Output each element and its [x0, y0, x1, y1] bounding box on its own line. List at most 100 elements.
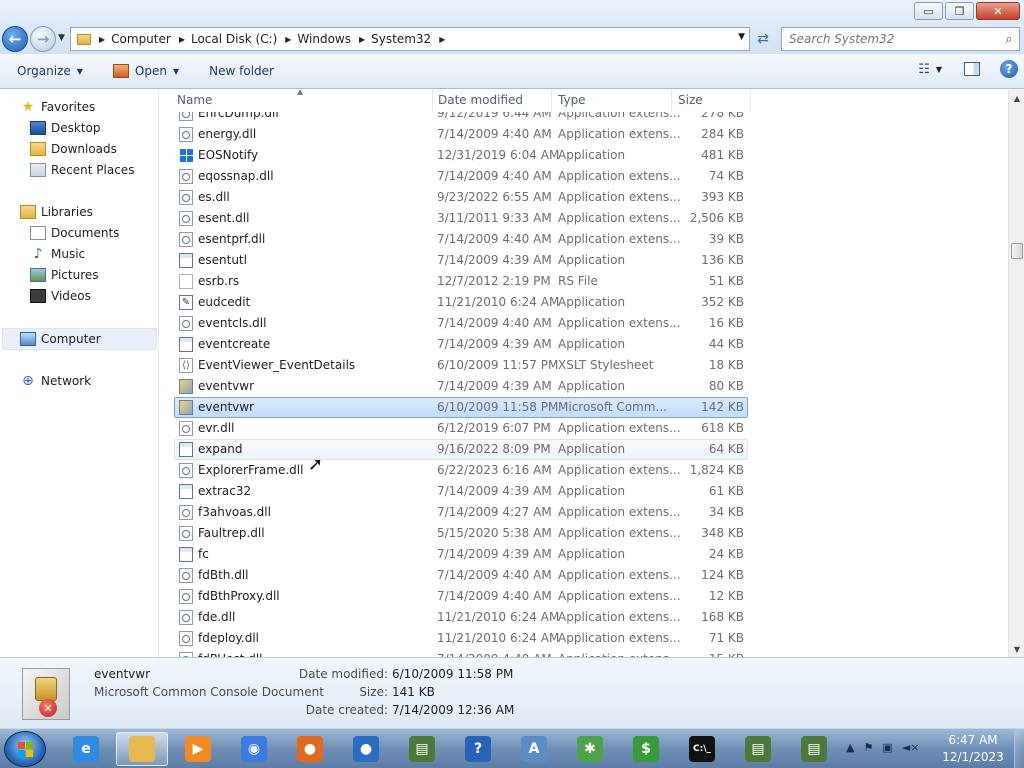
file-row[interactable]: esentutl 7/14/2009 4:39 AM Application 136 …	[160, 250, 1008, 271]
organize-button[interactable]: Organize ▼	[10, 59, 90, 83]
taskbar-internet-explorer-button[interactable]: e	[60, 732, 112, 766]
address-dropdown-icon[interactable]: ▼	[738, 32, 745, 42]
taskbar-console-window-button[interactable]: ▤	[396, 732, 448, 766]
chevron-down-icon[interactable]: ▼	[936, 65, 942, 74]
search-icon[interactable]: ⌕	[999, 32, 1019, 47]
file-row[interactable]: fde.dll 11/21/2010 6:24 AM Application ext…	[160, 607, 1008, 628]
start-button[interactable]	[4, 731, 46, 767]
scroll-up-icon[interactable]: ▲	[1009, 90, 1024, 106]
close-button[interactable]: ✕	[976, 2, 1020, 20]
chevron-right-icon[interactable]: ▶	[179, 35, 185, 44]
network-status-icon[interactable]: ▣	[882, 741, 892, 754]
file-row[interactable]: f3ahvoas.dll 7/14/2009 4:27 AM Application…	[160, 502, 1008, 523]
file-row[interactable]: ExplorerFrame.dll 6/22/2023 6:16 AM Applic…	[160, 460, 1008, 481]
file-type: Application extens...	[558, 463, 681, 477]
file-row[interactable]: eventvwr 6/10/2009 11:58 PM Microsoft Comm…	[160, 397, 1008, 418]
address-bar[interactable]: ▶ Computer ▶ Local Disk (C:) ▶ Windows ▶…	[70, 27, 750, 51]
breadcrumb-computer[interactable]: Computer	[111, 32, 171, 46]
column-size-header[interactable]: Size	[678, 93, 703, 107]
file-row[interactable]: esent.dll 3/11/2011 9:33 AM Application ex…	[160, 208, 1008, 229]
file-row[interactable]: fdBth.dll 7/14/2009 4:40 AM Application ex…	[160, 565, 1008, 586]
search-input[interactable]	[782, 32, 999, 46]
nav-documents[interactable]: Documents	[30, 223, 119, 243]
file-row[interactable]: fdeploy.dll 11/21/2010 6:24 AM Application…	[160, 628, 1008, 649]
file-row[interactable]: eventvwr 7/14/2009 4:39 AM Application 80 K…	[160, 376, 1008, 397]
taskbar-chrome-button[interactable]: ◉	[228, 732, 280, 766]
file-row[interactable]: eventcreate 7/14/2009 4:39 AM Application 4…	[160, 334, 1008, 355]
show-desktop-button[interactable]	[1014, 729, 1024, 768]
breadcrumb-system32[interactable]: System32	[371, 32, 431, 46]
show-hidden-icons-icon[interactable]: ▲	[846, 741, 854, 754]
file-row[interactable]: fc 7/14/2009 4:39 AM Application 24 KB	[160, 544, 1008, 565]
taskbar-wordpad-button[interactable]: A	[508, 732, 560, 766]
search-box[interactable]: ⌕	[781, 27, 1020, 51]
nav-videos[interactable]: Videos	[30, 286, 91, 306]
breadcrumb-windows[interactable]: Windows	[297, 32, 351, 46]
refresh-button[interactable]: ⇄	[752, 29, 774, 49]
column-divider[interactable]	[671, 90, 672, 112]
taskbar-media-player-button[interactable]: ▶	[172, 732, 224, 766]
column-date-header[interactable]: Date modified	[438, 93, 523, 107]
column-type-header[interactable]: Type	[558, 93, 586, 107]
nav-network[interactable]: ⊕ Network	[20, 371, 91, 391]
taskbar-console-window-2-button[interactable]: ▤	[732, 732, 784, 766]
scroll-down-icon[interactable]: ▼	[1009, 641, 1024, 657]
taskbar-thunderbird-button[interactable]: ●	[340, 732, 392, 766]
preview-pane-icon[interactable]	[964, 62, 980, 76]
scrollbar-thumb[interactable]	[1011, 243, 1023, 259]
file-row[interactable]: fdPHost.dll7/14/2009 4:40 AMApplication …	[160, 649, 1008, 657]
file-row[interactable]: ⟨⟩ EventViewer_EventDetails 6/10/2009 11:5…	[160, 355, 1008, 376]
taskbar-command-prompt-button[interactable]: C:\_	[676, 732, 728, 766]
file-row[interactable]: eqossnap.dll 7/14/2009 4:40 AM Application…	[160, 166, 1008, 187]
volume-muted-icon[interactable]: ◄×	[902, 741, 920, 754]
views-icon[interactable]: ☷	[918, 62, 930, 77]
nav-computer[interactable]: Computer	[20, 329, 101, 349]
nav-music[interactable]: ♪ Music	[30, 244, 86, 264]
nav-recent-places[interactable]: Recent Places	[30, 160, 134, 180]
file-row[interactable]: esrb.rs 12/7/2012 2:19 PM RS File 51 KB	[160, 271, 1008, 292]
chevron-right-icon[interactable]: ▶	[285, 35, 291, 44]
minimize-button[interactable]: ▭	[914, 2, 943, 20]
file-row[interactable]: es.dll 9/23/2022 6:55 AM Application exten…	[160, 187, 1008, 208]
nav-libraries[interactable]: Libraries	[20, 202, 93, 222]
column-divider[interactable]	[551, 90, 552, 112]
back-button[interactable]: ←	[2, 26, 28, 52]
recent-pages-dropdown[interactable]: ▼	[58, 33, 65, 43]
file-row[interactable]: evr.dll 6/12/2019 6:07 PM Application exte…	[160, 418, 1008, 439]
new-folder-button[interactable]: New folder	[202, 59, 281, 83]
taskbar-firefox-button[interactable]: ●	[284, 732, 336, 766]
nav-downloads[interactable]: Downloads	[30, 139, 117, 159]
taskbar-puzzle-app-button[interactable]: $	[620, 732, 672, 766]
nav-pictures[interactable]: Pictures	[30, 265, 99, 285]
column-name-header[interactable]: Name	[177, 93, 212, 107]
vertical-scrollbar[interactable]: ▲ ▼	[1008, 90, 1024, 657]
file-row[interactable]: energy.dll 7/14/2009 4:40 AM Application e…	[160, 124, 1008, 145]
file-row[interactable]: extrac32 7/14/2009 4:39 AM Application 61 K…	[160, 481, 1008, 502]
chevron-right-icon[interactable]: ▶	[439, 35, 445, 44]
maximize-button[interactable]: ❐	[945, 2, 974, 20]
file-name: eqossnap.dll	[198, 169, 274, 183]
taskbar-network-app-button[interactable]: ✱	[564, 732, 616, 766]
file-row[interactable]: expand 9/16/2022 8:09 PM Application 64 KB	[160, 439, 1008, 460]
breadcrumb-local-disk[interactable]: Local Disk (C:)	[191, 32, 277, 46]
file-row[interactable]: EOSNotify 12/31/2019 6:04 AM Application 48…	[160, 145, 1008, 166]
clock[interactable]: 6:47 AM 12/1/2023	[936, 732, 1010, 766]
column-divider[interactable]	[432, 90, 433, 112]
open-button[interactable]: Open ▼	[106, 59, 186, 83]
taskbar-console-window-3-button[interactable]: ▤	[788, 732, 840, 766]
file-row[interactable]: Faultrep.dll 5/15/2020 5:38 AM Application…	[160, 523, 1008, 544]
taskbar-file-explorer-button[interactable]	[116, 732, 168, 766]
column-divider[interactable]	[750, 90, 751, 112]
forward-button[interactable]: →	[30, 26, 56, 52]
nav-desktop[interactable]: Desktop	[30, 118, 101, 138]
file-row[interactable]: esentprf.dll 7/14/2009 4:40 AM Application…	[160, 229, 1008, 250]
file-row[interactable]: fdBthProxy.dll 7/14/2009 4:40 AM Applicati…	[160, 586, 1008, 607]
action-center-icon[interactable]: ⚑	[863, 741, 873, 754]
file-row[interactable]: eventcls.dll 7/14/2009 4:40 AM Application…	[160, 313, 1008, 334]
nav-favorites[interactable]: ★ Favorites	[20, 97, 96, 117]
taskbar-help-button[interactable]: ?	[452, 732, 504, 766]
file-row[interactable]: ✎ eudcedit 11/21/2010 6:24 AM Application 35…	[160, 292, 1008, 313]
chevron-right-icon[interactable]: ▶	[359, 35, 365, 44]
help-icon[interactable]: ?	[1000, 60, 1018, 78]
chevron-right-icon[interactable]: ▶	[99, 35, 105, 44]
